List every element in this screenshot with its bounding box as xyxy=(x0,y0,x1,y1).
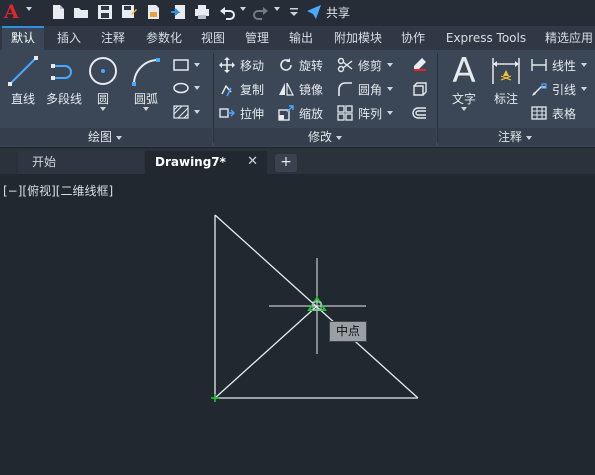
drawing-canvas[interactable] xyxy=(0,0,595,475)
autocad-window: A 共享 默认 插入 注释 参数化 视图 管理 输出 附加模块 协作 Expre… xyxy=(0,0,595,475)
median-line[interactable] xyxy=(214,305,318,399)
snap-tooltip: 中点 xyxy=(329,321,367,342)
